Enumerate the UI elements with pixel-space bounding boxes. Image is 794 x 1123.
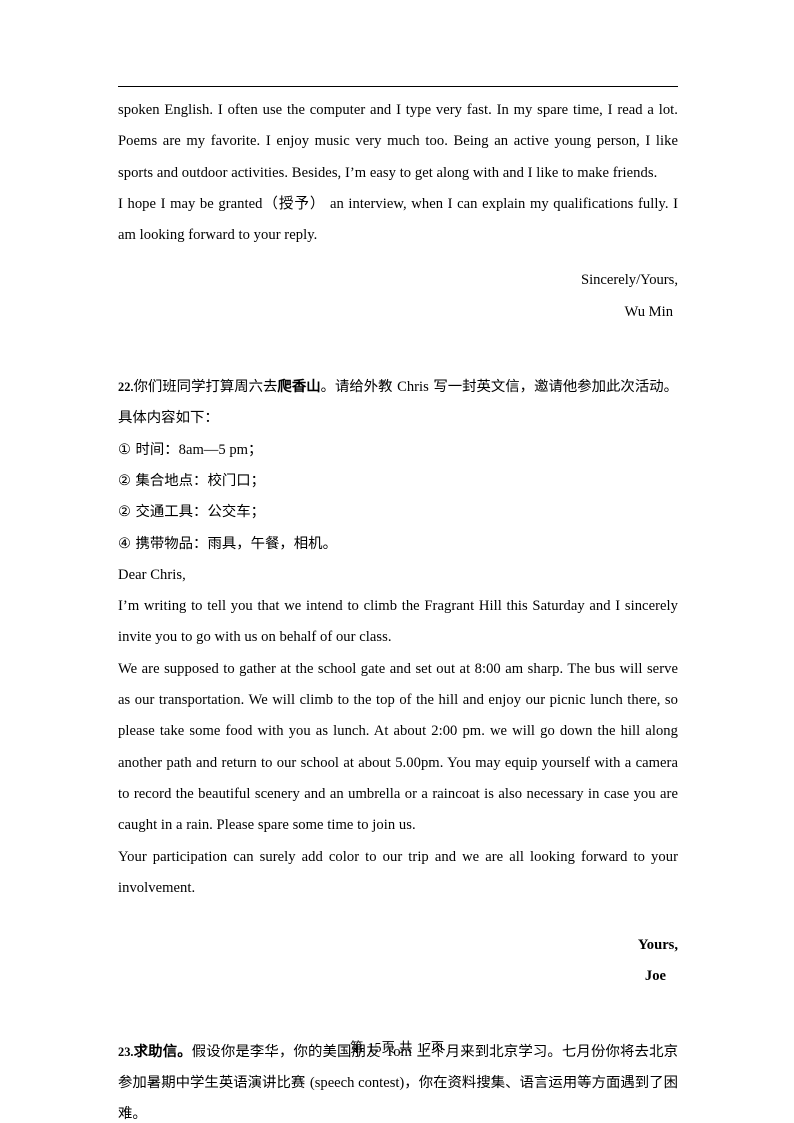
letter-one-signoff: Sincerely/Yours, (580, 272, 678, 289)
question-22-prompt-name: Chris (397, 379, 429, 396)
question-22-paragraph-2: We are supposed to gather at the school … (118, 660, 678, 834)
list-item: ② 集合地点：校门口； (118, 466, 678, 497)
question-22-salutation: Dear Chris, (118, 566, 186, 583)
page-content: spoken English. I often use the computer… (118, 0, 678, 1123)
question-23-prompt-english-term: (speech contest) (309, 1075, 405, 1092)
question-22-prompt-part1: 你们班同学打算周六去 (133, 379, 278, 396)
footer-total-pages: 17 (416, 1041, 431, 1056)
page-footer: 第 15页 共 17页 (0, 1036, 794, 1057)
question-22-prompt: 22.你们班同学打算周六去爬香山。请给外教 Chris 写一封英文信，邀请他参加… (118, 372, 678, 435)
list-item-label: 携带物品：雨具，午餐，相机。 (135, 535, 337, 552)
list-item-value: 8am—5 pm (178, 441, 248, 458)
list-item: ④ 携带物品：雨具，午餐，相机。 (118, 529, 678, 560)
list-item-label: 时间： (135, 441, 179, 458)
footer-current-page: 15 (367, 1041, 382, 1056)
list-item-marker: ② (118, 504, 131, 521)
list-item-label: 集合地点：校门口； (135, 472, 266, 489)
question-22-paragraph-1: I’m writing to tell you that we intend t… (118, 598, 678, 646)
letter-one-signature: Wu Min (624, 303, 673, 320)
list-item: ① 时间：8am—5 pm； (118, 435, 678, 466)
question-22-signature: Joe (644, 968, 666, 985)
footer-suffix: 页 (430, 1041, 445, 1056)
list-item-tail: ； (248, 441, 263, 458)
footer-prefix: 第 (349, 1041, 364, 1056)
question-22-prompt-part2: 。请给外教 (320, 379, 398, 396)
question-22-number: 22. (118, 380, 134, 395)
question-22-paragraph-3: Your participation can surely add color … (118, 848, 678, 896)
list-item-marker: ④ (118, 535, 131, 552)
letter-one-closing-paragraph: I hope I may be granted（授予） an interview… (118, 195, 678, 244)
document-page: spoken English. I often use the computer… (0, 0, 794, 1123)
list-item-marker: ① (118, 441, 131, 458)
letter-one-body-paragraph: spoken English. I often use the computer… (118, 102, 678, 181)
question-22-prompt-keyword: 爬香山 (277, 379, 321, 396)
question-22-signoff: Yours, (637, 937, 678, 954)
list-item-label: 交通工具：公交车； (135, 504, 266, 521)
header-rule (118, 86, 678, 87)
footer-mid: 页 共 (381, 1041, 413, 1056)
list-item-marker: ② (118, 472, 131, 489)
list-item: ② 交通工具：公交车； (118, 497, 678, 528)
